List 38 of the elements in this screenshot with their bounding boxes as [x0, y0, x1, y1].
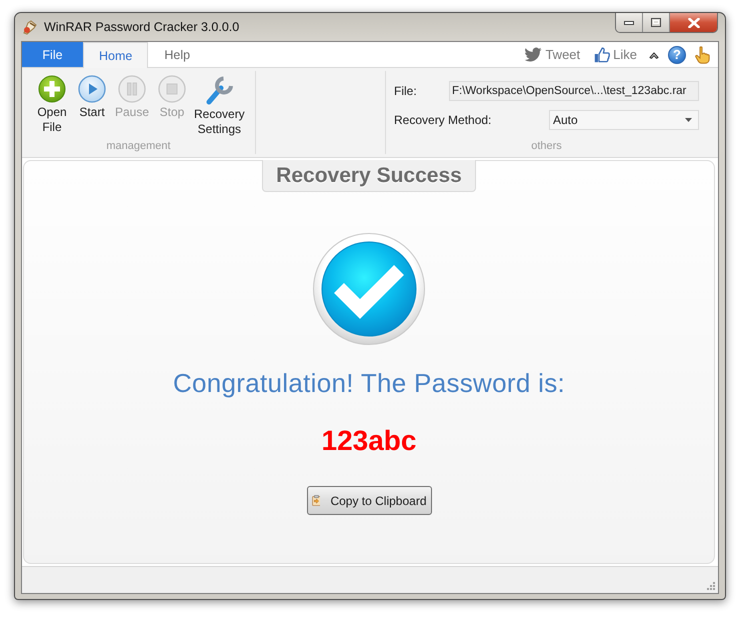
result-title: Recovery Success — [262, 160, 476, 192]
ribbon-button[interactable]: Start — [74, 75, 110, 120]
wrench-icon — [205, 75, 234, 105]
pause-icon — [118, 75, 146, 103]
app-icon — [22, 19, 38, 35]
close-button[interactable] — [670, 13, 717, 32]
maximize-button[interactable] — [643, 13, 670, 32]
ribbon-tab[interactable]: Help — [148, 42, 206, 67]
minimize-icon — [624, 20, 634, 24]
play-icon — [78, 75, 106, 103]
close-icon — [688, 18, 700, 28]
stop-icon — [158, 75, 186, 103]
thumbs-up-icon — [594, 46, 610, 62]
file-menu-tab[interactable]: File — [22, 42, 83, 67]
success-message: Congratulation! The Password is: — [172, 368, 566, 398]
hand-icon — [695, 46, 710, 64]
bird-icon — [524, 47, 542, 62]
maximize-icon — [651, 18, 661, 27]
size-grip-icon — [706, 581, 716, 591]
field-label: Recovery Method: — [394, 113, 492, 127]
ribbon-button[interactable]: Open File — [34, 75, 70, 135]
password-text: 123abc — [322, 425, 416, 457]
ribbon-tab[interactable]: Home — [83, 42, 148, 68]
file-path-field[interactable]: F:\Workspace\OpenSource\...\test_123abc.rar — [449, 81, 699, 101]
minimize-button[interactable] — [616, 13, 643, 32]
caret-down-icon — [685, 118, 692, 122]
plus-icon — [38, 75, 66, 103]
copy-to-clipboard-button[interactable]: Copy to Clipboard — [306, 486, 432, 515]
group-label: others — [530, 140, 563, 154]
field-label: File: — [394, 84, 417, 98]
checkmark-icon — [312, 232, 426, 346]
ribbon-button[interactable]: Recovery Settings — [194, 75, 245, 137]
group-label: management — [105, 140, 172, 154]
method-dropdown[interactable]: Auto — [549, 110, 699, 130]
like-button[interactable]: Like — [587, 42, 644, 67]
chevron-up-icon — [649, 50, 659, 58]
window-title: WinRAR Password Cracker 3.0.0.0 — [44, 20, 240, 34]
tweet-button[interactable]: Tweet — [517, 42, 588, 67]
